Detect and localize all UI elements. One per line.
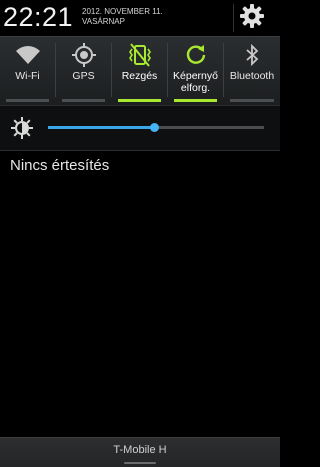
quick-toggles-bar: Wi-Fi GPS Rezgés Képernyő elforg. Blueto… (0, 36, 280, 106)
no-notifications-text: Nincs értesítés (10, 157, 110, 174)
brightness-slider-thumb[interactable] (149, 123, 159, 132)
brightness-row (0, 106, 280, 150)
toggle-bluetooth[interactable]: Bluetooth (224, 37, 280, 105)
rotate-icon (183, 42, 209, 68)
toggle-vibrate-label: Rezgés (121, 70, 158, 82)
toggle-wifi[interactable]: Wi-Fi (0, 37, 55, 105)
date-block: 2012. NOVEMBER 11. VASÁRNAP (82, 7, 163, 27)
gps-icon (71, 42, 97, 68)
toggle-wifi-label: Wi-Fi (15, 70, 40, 82)
toggle-bluetooth-label: Bluetooth (229, 70, 275, 82)
carrier-label: T-Mobile H (113, 444, 167, 456)
settings-button[interactable] (236, 2, 268, 34)
toggle-rotation-indicator (174, 99, 217, 102)
gear-icon (239, 3, 265, 34)
toggle-wifi-indicator (6, 99, 49, 102)
header-divider (233, 4, 234, 32)
date-text: 2012. NOVEMBER 11. (82, 7, 163, 16)
brightness-slider[interactable] (48, 123, 264, 132)
weekday-text: VASÁRNAP (82, 17, 125, 26)
toggle-gps[interactable]: GPS (56, 37, 111, 105)
toggle-gps-label: GPS (72, 70, 95, 82)
clock: 22:21 (3, 2, 74, 32)
drag-handle[interactable] (124, 462, 156, 464)
panel-header: 22:21 2012. NOVEMBER 11. VASÁRNAP (0, 0, 280, 36)
toggle-rotation-label: Képernyő elforg. (173, 70, 218, 94)
vibrate-icon (127, 42, 153, 68)
brightness-icon[interactable] (10, 116, 34, 140)
notification-panel: 22:21 2012. NOVEMBER 11. VASÁRNAP Wi-Fi … (0, 0, 280, 467)
toggle-bluetooth-indicator (230, 99, 274, 102)
panel-footer[interactable]: T-Mobile H (0, 437, 280, 467)
wifi-icon (15, 42, 41, 68)
toggle-vibrate-indicator (118, 99, 161, 102)
toggle-vibrate[interactable]: Rezgés (112, 37, 167, 105)
toggle-gps-indicator (62, 99, 105, 102)
brightness-slider-fill (48, 126, 154, 129)
toggle-rotation[interactable]: Képernyő elforg. (168, 37, 223, 105)
divider (0, 150, 280, 151)
bluetooth-icon (239, 42, 265, 68)
